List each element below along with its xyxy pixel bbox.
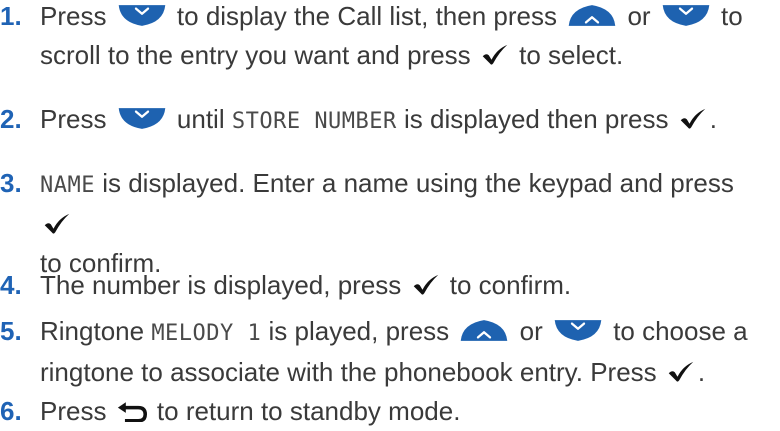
step-1: 1. Press to display the Call list, then … [0, 0, 775, 75]
calls-down-key-icon [117, 106, 167, 131]
step-text: Press to return to standby mode. [40, 396, 461, 426]
step-number: 4. [0, 270, 22, 300]
step-number: 3. [0, 168, 22, 198]
step-text: Press until STORE NUMBER is displayed th… [40, 104, 717, 134]
checkmark-icon [412, 273, 440, 296]
checkmark-icon [481, 43, 509, 66]
step-4: 4. The number is displayed, press to con… [0, 266, 775, 305]
step-text: Ringtone MELODY 1 is played, press or to… [40, 316, 748, 387]
redial-up-key-icon [459, 318, 509, 343]
display-text: STORE NUMBER [231, 109, 397, 134]
step-number: 5. [0, 316, 22, 346]
calls-down-key-icon [553, 318, 603, 343]
calls-down-key-icon [117, 3, 167, 28]
step-2: 2. Press until STORE NUMBER is displayed… [0, 100, 775, 141]
calls-down-key-icon [661, 3, 711, 28]
step-6: 6. Press to return to standby mode. [0, 392, 775, 431]
display-text: NAME [40, 173, 95, 198]
back-arrow-icon [117, 402, 147, 422]
step-number: 6. [0, 396, 22, 426]
step-text: The number is displayed, press to confir… [40, 270, 572, 300]
checkmark-icon [667, 360, 695, 383]
step-5: 5. Ringtone MELODY 1 is played, press or… [0, 312, 775, 392]
step-text: Press to display the Call list, then pre… [40, 1, 743, 70]
checkmark-icon [43, 212, 71, 235]
step-number: 2. [0, 104, 22, 134]
redial-up-key-icon [567, 3, 617, 28]
checkmark-icon [679, 107, 707, 130]
display-text: MELODY 1 [151, 321, 262, 346]
step-number: 1. [0, 1, 22, 31]
